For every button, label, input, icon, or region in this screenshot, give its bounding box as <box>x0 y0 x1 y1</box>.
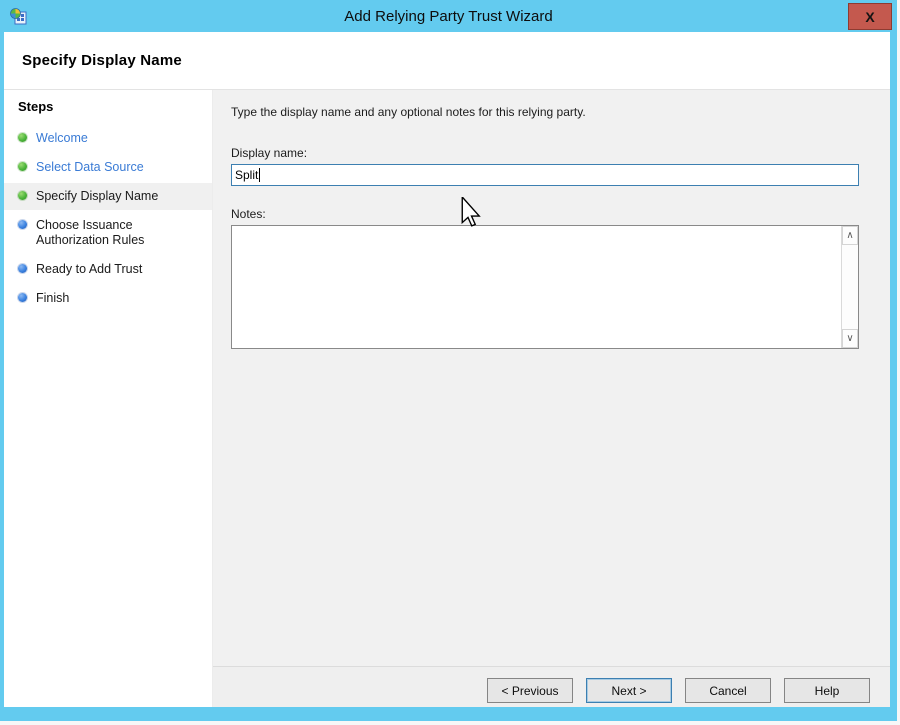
step-label: Select Data Source <box>36 160 144 175</box>
text-caret <box>259 168 260 182</box>
step-status-dot <box>18 133 27 142</box>
sidebar-item-ready-to-add-trust[interactable]: Ready to Add Trust <box>4 256 212 283</box>
window-title: Add Relying Party Trust Wizard <box>0 0 897 32</box>
scroll-down-icon[interactable]: ∨ <box>842 329 858 348</box>
step-label: Specify Display Name <box>36 189 158 204</box>
wizard-window: Add Relying Party Trust Wizard X Specify… <box>0 0 897 721</box>
step-status-dot <box>18 293 27 302</box>
cancel-button[interactable]: Cancel <box>685 678 771 703</box>
notes-textarea[interactable]: ∧ ∨ <box>231 225 859 349</box>
step-status-dot <box>18 264 27 273</box>
steps-heading: Steps <box>4 97 212 125</box>
sidebar-item-specify-display-name[interactable]: Specify Display Name <box>4 183 212 210</box>
page-title: Specify Display Name <box>22 52 182 69</box>
sidebar-item-finish[interactable]: Finish <box>4 285 212 312</box>
content-main: Type the display name and any optional n… <box>213 90 890 666</box>
step-status-dot <box>18 220 27 229</box>
display-name-input[interactable]: Split <box>231 164 859 186</box>
notes-block: Notes: ∧ ∨ <box>231 207 859 349</box>
button-bar: < Previous Next > Cancel Help <box>213 666 890 707</box>
display-name-label: Display name: <box>231 146 859 160</box>
next-button[interactable]: Next > <box>586 678 672 703</box>
wizard-body: Steps Welcome Select Data Source Specify… <box>4 89 890 707</box>
notes-label: Notes: <box>231 207 859 221</box>
title-bar[interactable]: Add Relying Party Trust Wizard X <box>0 0 897 32</box>
sidebar-item-select-data-source[interactable]: Select Data Source <box>4 154 212 181</box>
step-label: Choose Issuance Authorization Rules <box>36 218 196 248</box>
content-area: Type the display name and any optional n… <box>213 90 890 707</box>
step-status-dot <box>18 162 27 171</box>
sidebar-item-welcome[interactable]: Welcome <box>4 125 212 152</box>
intro-text: Type the display name and any optional n… <box>231 105 859 119</box>
screen: { "window": { "title": "Add Relying Part… <box>0 0 900 725</box>
step-label: Finish <box>36 291 69 306</box>
display-name-value: Split <box>235 168 258 182</box>
step-label: Welcome <box>36 131 88 146</box>
steps-sidebar: Steps Welcome Select Data Source Specify… <box>4 90 213 707</box>
previous-button[interactable]: < Previous <box>487 678 573 703</box>
help-button[interactable]: Help <box>784 678 870 703</box>
notes-scrollbar[interactable]: ∧ ∨ <box>841 226 858 348</box>
step-label: Ready to Add Trust <box>36 262 142 277</box>
step-status-dot <box>18 191 27 200</box>
sidebar-item-choose-issuance-authorization-rules[interactable]: Choose Issuance Authorization Rules <box>4 212 212 254</box>
wizard-inner: Specify Display Name Steps Welcome Selec… <box>4 32 890 707</box>
page-header: Specify Display Name <box>4 32 890 89</box>
close-button[interactable]: X <box>848 3 892 30</box>
scroll-up-icon[interactable]: ∧ <box>842 226 858 245</box>
